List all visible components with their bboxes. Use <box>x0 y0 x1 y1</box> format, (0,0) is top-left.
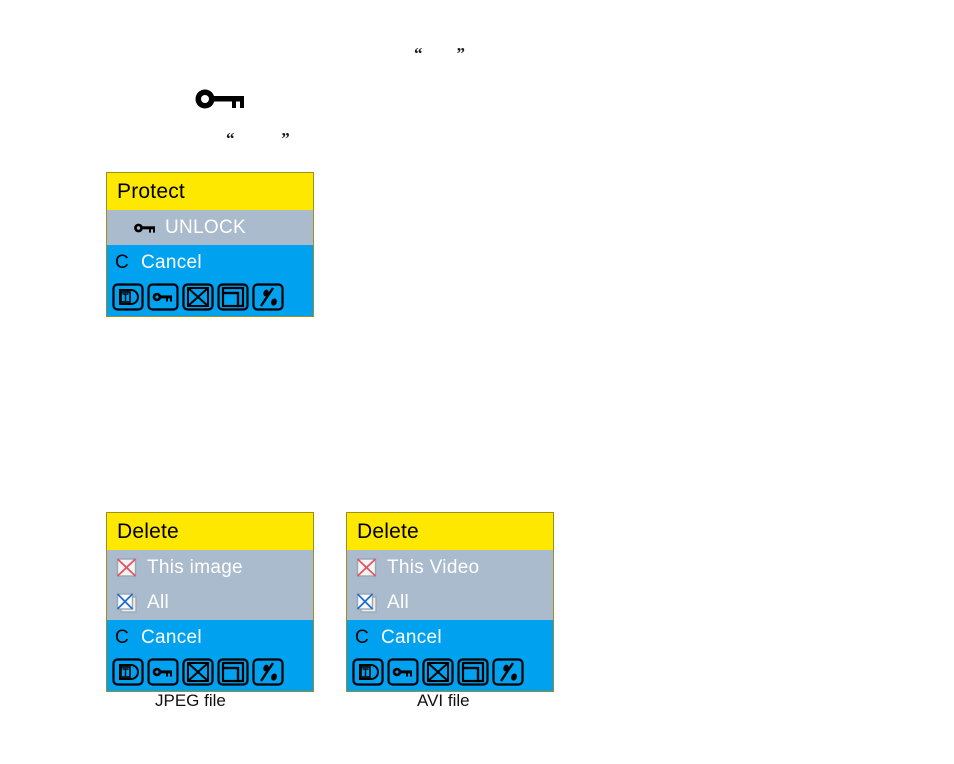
protect-row-cancel-label: Cancel <box>141 251 202 273</box>
delete-jpeg-row-cancel[interactable]: C Cancel <box>107 620 313 655</box>
caption-avi-file: AVI file <box>417 691 470 710</box>
slideshow-icon[interactable] <box>492 658 524 686</box>
delete-x-icon[interactable] <box>182 283 214 311</box>
protect-menu-panel: Protect UNLOCK C Cancel <box>106 172 314 317</box>
stray-quote-top: “ ” <box>414 44 465 63</box>
delete-jpeg-menu-toolbar <box>107 655 313 691</box>
delete-avi-row-all[interactable]: All <box>347 585 553 620</box>
delete-jpeg-row-this-image-label: This image <box>147 556 243 578</box>
delete-jpeg-row-cancel-marker: C <box>115 626 129 648</box>
delete-avi-row-cancel-label: Cancel <box>381 626 442 648</box>
protect-row-unlock[interactable]: UNLOCK <box>107 210 313 245</box>
delete-all-icon <box>355 591 379 615</box>
key-icon <box>192 86 252 114</box>
protect-menu-title: Protect <box>107 173 313 210</box>
protect-menu-toolbar <box>107 280 313 316</box>
key-icon[interactable] <box>147 283 179 311</box>
copy-pages-icon[interactable] <box>217 658 249 686</box>
delete-avi-row-cancel[interactable]: C Cancel <box>347 620 553 655</box>
copy-pages-icon[interactable] <box>217 283 249 311</box>
copy-pages-icon[interactable] <box>457 658 489 686</box>
delete-jpeg-menu-title: Delete <box>107 513 313 550</box>
delete-avi-menu-toolbar <box>347 655 553 691</box>
slideshow-icon[interactable] <box>252 283 284 311</box>
text-stamp-icon[interactable] <box>112 283 144 311</box>
delete-x-icon[interactable] <box>182 658 214 686</box>
delete-jpeg-row-cancel-label: Cancel <box>141 626 202 648</box>
delete-all-icon <box>115 591 139 615</box>
caption-jpeg-file: JPEG file <box>155 691 226 710</box>
text-stamp-icon[interactable] <box>112 658 144 686</box>
delete-jpeg-menu-panel: Delete This image All C Cancel <box>106 512 314 692</box>
delete-jpeg-row-this-image[interactable]: This image <box>107 550 313 585</box>
slideshow-icon[interactable] <box>252 658 284 686</box>
protect-row-cancel-marker: C <box>115 251 129 273</box>
delete-single-icon <box>355 556 379 580</box>
stray-quote-second: “ ” <box>226 129 290 148</box>
key-icon <box>133 216 157 240</box>
delete-avi-row-this-video[interactable]: This Video <box>347 550 553 585</box>
key-icon[interactable] <box>147 658 179 686</box>
delete-x-icon[interactable] <box>422 658 454 686</box>
delete-avi-menu-panel: Delete This Video All C Cancel <box>346 512 554 692</box>
protect-row-unlock-label: UNLOCK <box>165 216 246 238</box>
key-icon[interactable] <box>387 658 419 686</box>
delete-jpeg-row-all-label: All <box>147 591 170 613</box>
delete-avi-row-cancel-marker: C <box>355 626 369 648</box>
delete-single-icon <box>115 556 139 580</box>
text-stamp-icon[interactable] <box>352 658 384 686</box>
delete-avi-row-all-label: All <box>387 591 410 613</box>
delete-jpeg-row-all[interactable]: All <box>107 585 313 620</box>
delete-avi-row-this-video-label: This Video <box>387 556 480 578</box>
protect-row-cancel[interactable]: C Cancel <box>107 245 313 280</box>
delete-avi-menu-title: Delete <box>347 513 553 550</box>
